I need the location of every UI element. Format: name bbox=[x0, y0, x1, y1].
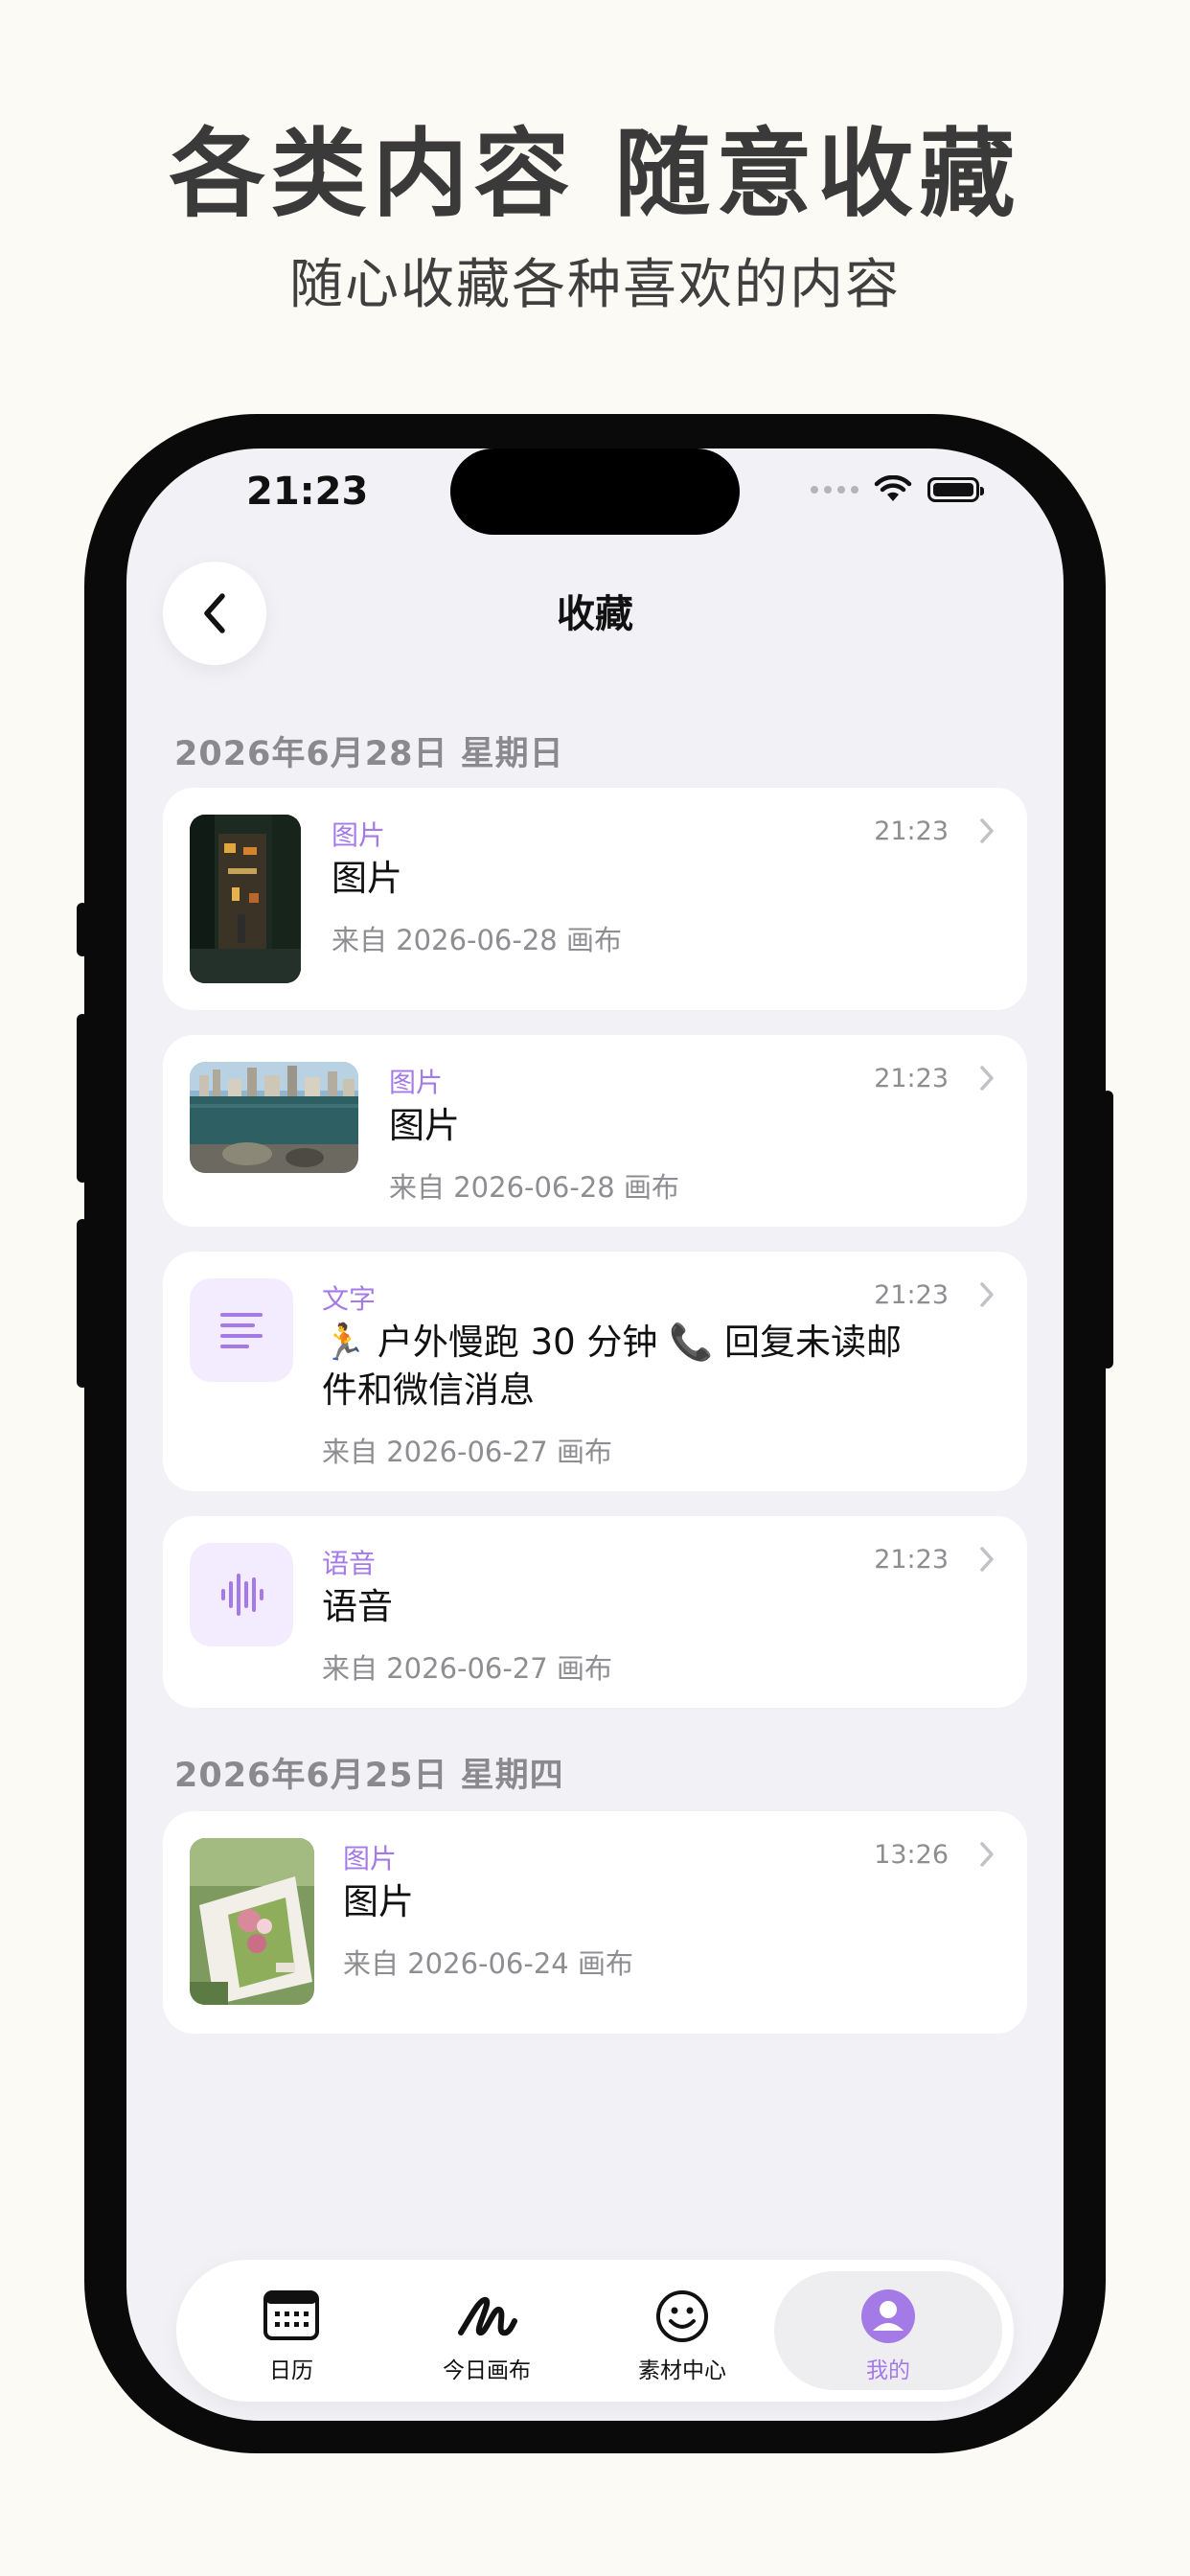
favorite-card[interactable]: 图片 21:23 图片 来自 2026-06-28 画布 bbox=[163, 1035, 1027, 1227]
tab-mine[interactable]: 我的 bbox=[774, 2271, 1002, 2390]
scribble-icon bbox=[458, 2297, 517, 2336]
dynamic-island bbox=[450, 448, 740, 535]
tab-today-canvas[interactable]: 今日画布 bbox=[389, 2271, 584, 2390]
item-source: 来自 2026-06-28 画布 bbox=[389, 1171, 679, 1204]
item-source: 来自 2026-06-27 画布 bbox=[322, 1652, 612, 1685]
favorite-card[interactable]: 图片 13:26 图片 来自 2026-06-24 画布 bbox=[163, 1811, 1027, 2034]
item-type-label: 文字 bbox=[322, 1283, 377, 1315]
text-lines-icon bbox=[220, 1313, 263, 1348]
smiley-icon bbox=[656, 2290, 708, 2342]
favorite-card[interactable]: 文字 21:23 🏃 户外慢跑 30 分钟 📞 回复未读邮件和微信消息 来自 2… bbox=[163, 1252, 1027, 1491]
item-source: 来自 2026-06-27 画布 bbox=[322, 1436, 612, 1468]
item-type-label: 图片 bbox=[332, 819, 386, 851]
status-icons bbox=[811, 475, 984, 504]
hero-subtitle: 随心收藏各种喜欢的内容 bbox=[289, 254, 901, 316]
text-tile bbox=[190, 1278, 293, 1382]
tab-calendar[interactable]: 日历 bbox=[194, 2271, 389, 2390]
tab-label: 我的 bbox=[866, 2358, 910, 2383]
tab-label: 日历 bbox=[269, 2358, 313, 2383]
status-time: 21:23 bbox=[246, 470, 369, 514]
item-time: 21:23 bbox=[874, 1064, 949, 1093]
item-title: 语音 bbox=[322, 1586, 393, 1627]
item-title: 图片 bbox=[343, 1881, 414, 1922]
voice-tile bbox=[190, 1543, 293, 1646]
image-thumbnail bbox=[190, 815, 301, 983]
favorite-card[interactable]: 图片 21:23 图片 来自 2026-06-28 画布 bbox=[163, 788, 1027, 1010]
chevron-right-icon bbox=[980, 1547, 994, 1572]
item-type-label: 语音 bbox=[322, 1548, 377, 1579]
item-time: 13:26 bbox=[874, 1840, 949, 1870]
item-time: 21:23 bbox=[874, 1280, 949, 1310]
image-thumbnail bbox=[190, 1838, 314, 2005]
item-source: 来自 2026-06-24 画布 bbox=[343, 1947, 633, 1980]
item-source: 来自 2026-06-28 画布 bbox=[332, 924, 622, 956]
app-screen: 21:23 收藏 2026年6月28日 星期日 图片 21:23 图片 来自 2… bbox=[126, 448, 1064, 2421]
tab-label: 今日画布 bbox=[443, 2358, 531, 2383]
chevron-right-icon bbox=[980, 818, 994, 843]
phone-volume-up bbox=[77, 1014, 88, 1183]
person-icon bbox=[861, 2289, 915, 2343]
item-time: 21:23 bbox=[874, 1545, 949, 1575]
item-title: 🏃 户外慢跑 30 分钟 📞 回复未读邮件和微信消息 bbox=[322, 1322, 903, 1411]
waveform-icon bbox=[221, 1574, 263, 1616]
chevron-right-icon bbox=[980, 1842, 994, 1867]
wifi-icon bbox=[874, 475, 912, 501]
favorite-card[interactable]: 语音 21:23 语音 来自 2026-06-27 画布 bbox=[163, 1516, 1027, 1708]
page-title: 收藏 bbox=[557, 592, 633, 636]
item-time: 21:23 bbox=[874, 816, 949, 846]
phone-action-button bbox=[77, 903, 88, 956]
tab-bar: 日历 今日画布 素材中心 我的 bbox=[176, 2260, 1014, 2402]
section-date-header: 2026年6月28日 星期日 bbox=[174, 735, 564, 773]
image-thumbnail bbox=[190, 1062, 358, 1173]
section-date-header: 2026年6月25日 星期四 bbox=[174, 1757, 564, 1795]
tab-material-center[interactable]: 素材中心 bbox=[584, 2271, 780, 2390]
chevron-right-icon bbox=[980, 1282, 994, 1307]
signal-icon bbox=[811, 486, 858, 494]
calendar-icon bbox=[263, 2290, 319, 2340]
chevron-right-icon bbox=[980, 1066, 994, 1091]
battery-icon bbox=[927, 477, 984, 502]
item-type-label: 图片 bbox=[389, 1067, 444, 1098]
phone-power-button bbox=[1102, 1091, 1113, 1368]
phone-volume-down bbox=[77, 1219, 88, 1388]
item-title: 图片 bbox=[389, 1105, 460, 1146]
hero-title: 各类内容 随意收藏 bbox=[169, 118, 1021, 230]
item-type-label: 图片 bbox=[343, 1843, 398, 1874]
item-title: 图片 bbox=[332, 858, 402, 899]
tab-label: 素材中心 bbox=[638, 2358, 726, 2383]
